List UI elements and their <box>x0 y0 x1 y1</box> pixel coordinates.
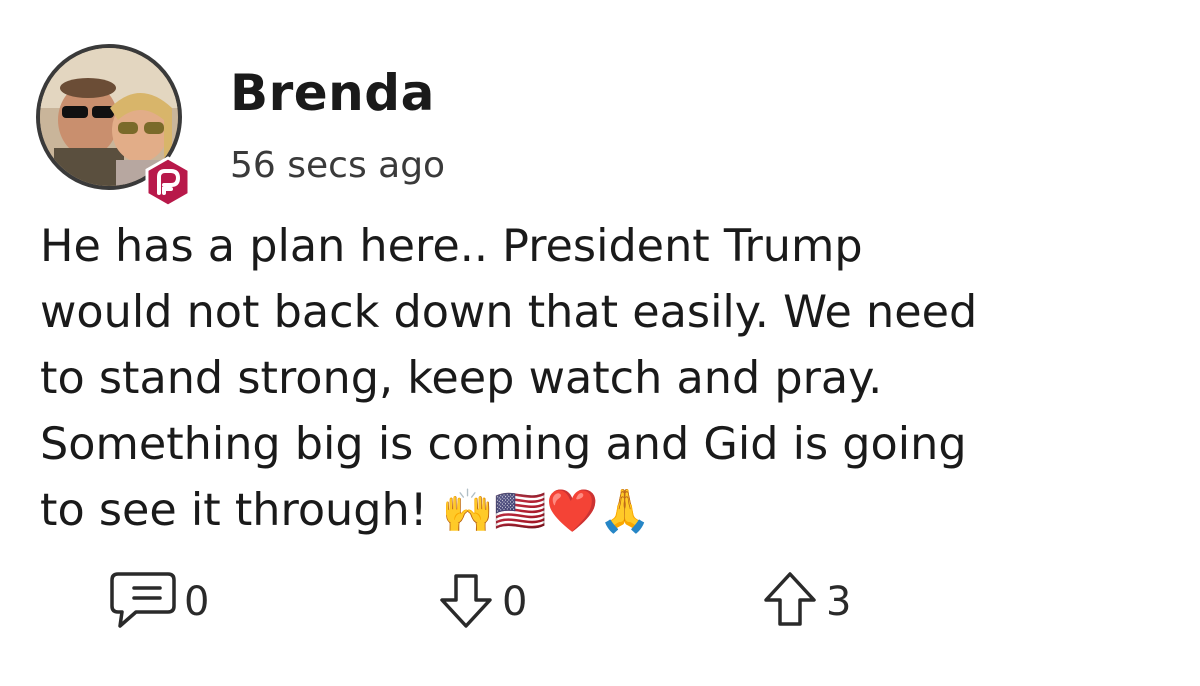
downvote-count: 0 <box>502 579 528 625</box>
upvote-count: 3 <box>826 579 852 625</box>
post-card: Brenda 56 secs ago He has a plan here.. … <box>0 0 1200 686</box>
avatar-container[interactable] <box>36 44 191 208</box>
comment-bubble-icon <box>108 568 178 636</box>
parler-p-icon <box>142 156 194 208</box>
arrow-down-icon <box>436 570 496 634</box>
downvote-button[interactable]: 0 <box>436 570 527 634</box>
post-timestamp: 56 secs ago <box>230 145 446 186</box>
arrow-up-icon <box>760 570 820 634</box>
post-author-name[interactable]: Brenda <box>230 68 435 118</box>
post-emojis: 🙌🇺🇸❤️🙏 <box>441 486 651 535</box>
comment-count: 0 <box>184 579 210 625</box>
post-body: He has a plan here.. President Trump wou… <box>40 214 1180 544</box>
comment-button[interactable]: 0 <box>108 570 209 634</box>
upvote-button[interactable]: 3 <box>760 570 851 634</box>
